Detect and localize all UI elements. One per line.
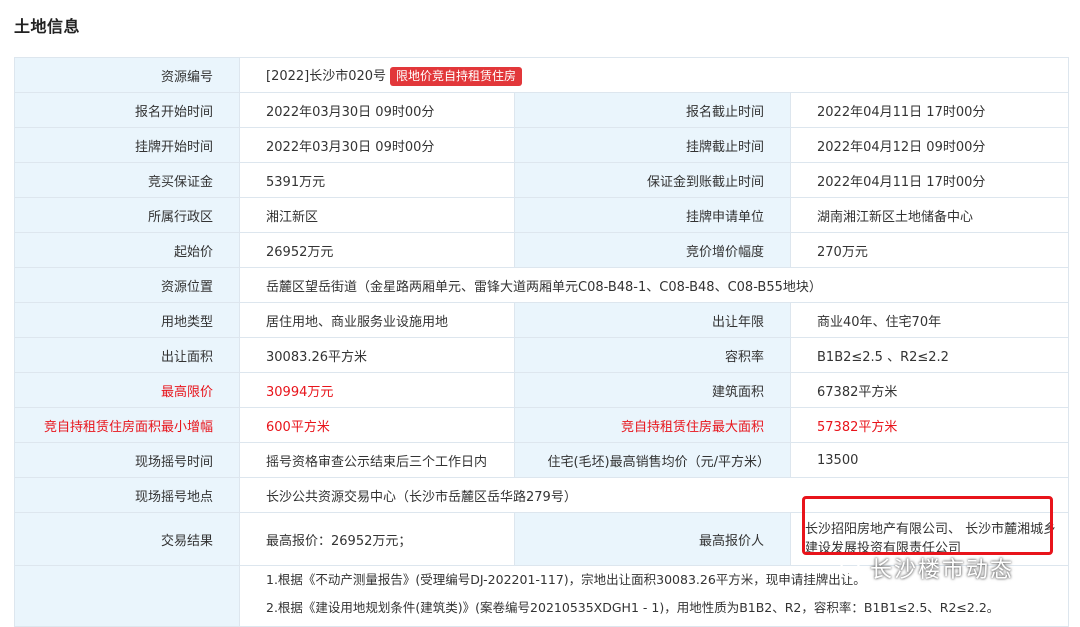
label-reg-end: 报名截止时间 xyxy=(514,92,791,128)
table-row: 出让面积 30083.26平方米 容积率 B1B2≤2.5 、R2≤2.2 xyxy=(14,337,1070,373)
watermark: 长沙楼市动态 xyxy=(840,552,1014,584)
value-deposit-deadline: 2022年04月11日 17时00分 xyxy=(789,162,1070,198)
label-location: 资源位置 xyxy=(14,267,240,303)
value-start-price: 26952万元 xyxy=(239,232,515,268)
label-lottery-place: 现场摇号地点 xyxy=(14,477,240,513)
label-rental-max-area: 竞自持租赁住房最大面积 xyxy=(514,407,791,443)
table-row: 资源编号 [2022]长沙市020号 限地价竞自持租赁住房 xyxy=(14,57,1070,93)
table-row: 竞自持租赁住房面积最小增幅 600平方米 竞自持租赁住房最大面积 57382平方… xyxy=(14,407,1070,443)
table-row: 起始价 26952万元 竞价增价幅度 270万元 xyxy=(14,232,1070,268)
label-deposit-deadline: 保证金到账截止时间 xyxy=(514,162,791,198)
value-land-use: 居住用地、商业服务业设施用地 xyxy=(239,302,515,338)
table-row: 用地类型 居住用地、商业服务业设施用地 出让年限 商业40年、住宅70年 xyxy=(14,302,1070,338)
value-reg-end: 2022年04月11日 17时00分 xyxy=(789,92,1070,128)
value-reg-start: 2022年03月30日 09时00分 xyxy=(239,92,515,128)
value-price-cap: 30994万元 xyxy=(239,372,515,408)
value-result: 最高报价：26952万元； xyxy=(239,512,515,566)
label-district: 所属行政区 xyxy=(14,197,240,233)
table-row: 资源位置 岳麓区望岳街道（金星路两厢单元、雷锋大道两厢单元C08-B48-1、C… xyxy=(14,267,1070,303)
value-max-sale-price: 13500 xyxy=(789,442,1070,478)
label-area: 出让面积 xyxy=(14,337,240,373)
label-max-sale-price: 住宅(毛坯)最高销售均价（元/平方米） xyxy=(514,442,791,478)
label-notes xyxy=(14,565,240,627)
label-far: 容积率 xyxy=(514,337,791,373)
value-district: 湘江新区 xyxy=(239,197,515,233)
label-land-use: 用地类型 xyxy=(14,302,240,338)
value-area: 30083.26平方米 xyxy=(239,337,515,373)
value-term: 商业40年、住宅70年 xyxy=(789,302,1070,338)
value-applicant: 湖南湘江新区土地储备中心 xyxy=(789,197,1070,233)
value-rental-min-increment: 600平方米 xyxy=(239,407,515,443)
label-applicant: 挂牌申请单位 xyxy=(514,197,791,233)
table-row: 最高限价 30994万元 建筑面积 67382平方米 xyxy=(14,372,1070,408)
table-row: 所属行政区 湘江新区 挂牌申请单位 湖南湘江新区土地储备中心 xyxy=(14,197,1070,233)
resource-id-text: [2022]长沙市020号 xyxy=(266,68,387,84)
label-list-start: 挂牌开始时间 xyxy=(14,127,240,163)
value-far: B1B2≤2.5 、R2≤2.2 xyxy=(789,337,1070,373)
value-list-start: 2022年03月30日 09时00分 xyxy=(239,127,515,163)
label-price-cap: 最高限价 xyxy=(14,372,240,408)
highlight-box xyxy=(802,496,1053,555)
page-title: 土地信息 xyxy=(14,17,81,36)
type-badge: 限地价竞自持租赁住房 xyxy=(390,66,523,86)
label-reg-start: 报名开始时间 xyxy=(14,92,240,128)
label-increment: 竞价增价幅度 xyxy=(514,232,791,268)
value-deposit: 5391万元 xyxy=(239,162,515,198)
label-resource-id: 资源编号 xyxy=(14,57,240,93)
table-row: 竞买保证金 5391万元 保证金到账截止时间 2022年04月11日 17时00… xyxy=(14,162,1070,198)
watermark-text: 长沙楼市动态 xyxy=(870,558,1015,583)
value-lottery-time: 摇号资格审查公示结束后三个工作日内 xyxy=(239,442,515,478)
label-start-price: 起始价 xyxy=(14,232,240,268)
value-floor-area: 67382平方米 xyxy=(789,372,1070,408)
label-list-end: 挂牌截止时间 xyxy=(514,127,791,163)
label-term: 出让年限 xyxy=(514,302,791,338)
value-location: 岳麓区望岳街道（金星路两厢单元、雷锋大道两厢单元C08-B48-1、C08-B4… xyxy=(238,267,1070,303)
label-floor-area: 建筑面积 xyxy=(514,372,791,408)
label-rental-min-increment: 竞自持租赁住房面积最小增幅 xyxy=(14,407,240,443)
table-row: 现场摇号时间 摇号资格审查公示结束后三个工作日内 住宅(毛坯)最高销售均价（元/… xyxy=(14,442,1070,478)
table-row: 挂牌开始时间 2022年03月30日 09时00分 挂牌截止时间 2022年04… xyxy=(14,127,1070,163)
value-list-end: 2022年04月12日 09时00分 xyxy=(789,127,1070,163)
value-resource-id: [2022]长沙市020号 限地价竞自持租赁住房 xyxy=(238,57,1070,93)
label-result: 交易结果 xyxy=(14,512,240,566)
label-deposit: 竞买保证金 xyxy=(14,162,240,198)
wechat-icon xyxy=(840,560,865,580)
table-row: 报名开始时间 2022年03月30日 09时00分 报名截止时间 2022年04… xyxy=(14,92,1070,128)
note-line: 2.根据《建设用地规划条件(建筑类)》(案卷编号20210535XDGH1 - … xyxy=(266,600,1000,615)
label-lottery-time: 现场摇号时间 xyxy=(14,442,240,478)
label-top-bidder: 最高报价人 xyxy=(514,512,791,566)
value-rental-max-area: 57382平方米 xyxy=(789,407,1070,443)
value-increment: 270万元 xyxy=(789,232,1070,268)
